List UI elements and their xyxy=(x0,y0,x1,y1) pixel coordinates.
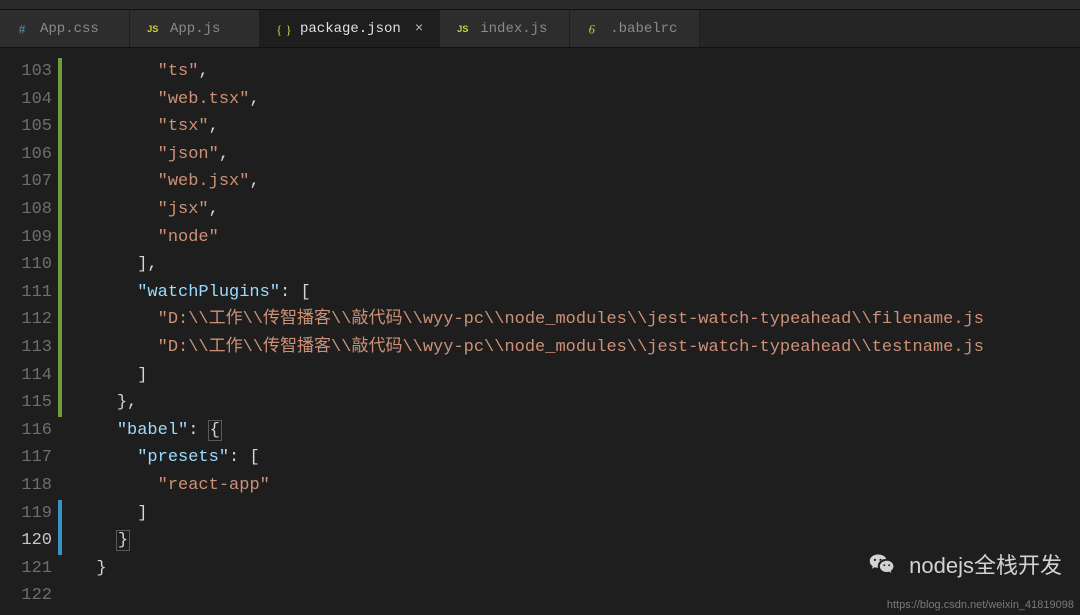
tab-App-css[interactable]: # App.css xyxy=(0,10,130,47)
svg-text:JS: JS xyxy=(457,24,468,34)
code-line[interactable] xyxy=(64,582,1080,610)
tab-index-js[interactable]: JS index.js xyxy=(440,10,570,47)
code-line[interactable]: } xyxy=(64,555,1080,583)
line-number: 122 xyxy=(0,582,58,610)
line-number-gutter: 1031041051061071081091101111121131141151… xyxy=(0,48,58,615)
code-line[interactable]: "react-app" xyxy=(64,472,1080,500)
line-number: 119 xyxy=(0,500,58,528)
line-number: 104 xyxy=(0,86,58,114)
line-number: 105 xyxy=(0,113,58,141)
line-number: 109 xyxy=(0,224,58,252)
json-icon: { } xyxy=(276,22,292,36)
code-line[interactable]: "D:\\工作\\传智播客\\敲代码\\wyy-pc\\node_modules… xyxy=(64,334,1080,362)
tab-label: index.js xyxy=(480,21,547,37)
hash-icon: # xyxy=(16,22,32,36)
line-number: 121 xyxy=(0,555,58,583)
tab-label: package.json xyxy=(300,21,401,37)
code-line[interactable]: ] xyxy=(64,362,1080,390)
code-area[interactable]: "ts", "web.tsx", "tsx", "json", "web.jsx… xyxy=(64,48,1080,615)
code-line[interactable]: "json", xyxy=(64,141,1080,169)
code-line[interactable]: ], xyxy=(64,251,1080,279)
tab--babelrc[interactable]: 6 .babelrc xyxy=(570,10,700,47)
editor: 1031041051061071081091101111121131141151… xyxy=(0,48,1080,615)
svg-text:6: 6 xyxy=(589,22,596,36)
code-line[interactable]: "node" xyxy=(64,224,1080,252)
tab-package-json[interactable]: { } package.json × xyxy=(260,10,440,47)
menubar-fragment xyxy=(0,0,1080,10)
tab-bar: # App.css JS App.js { } package.json × JS index.… xyxy=(0,10,1080,48)
line-number: 112 xyxy=(0,306,58,334)
code-line[interactable]: "tsx", xyxy=(64,113,1080,141)
code-line[interactable]: "ts", xyxy=(64,58,1080,86)
code-line[interactable]: "web.tsx", xyxy=(64,86,1080,114)
modified-bar xyxy=(58,58,62,417)
line-number: 116 xyxy=(0,417,58,445)
svg-text:#: # xyxy=(19,22,26,36)
line-number: 110 xyxy=(0,251,58,279)
js-icon: JS xyxy=(146,22,162,35)
code-line[interactable]: }, xyxy=(64,389,1080,417)
code-line[interactable]: "jsx", xyxy=(64,196,1080,224)
code-line[interactable]: } xyxy=(64,527,1080,555)
line-number: 114 xyxy=(0,362,58,390)
tab-label: App.js xyxy=(170,21,220,37)
line-number: 117 xyxy=(0,444,58,472)
line-number: 111 xyxy=(0,279,58,307)
babel-icon: 6 xyxy=(586,22,602,36)
svg-text:JS: JS xyxy=(147,24,158,34)
line-number: 103 xyxy=(0,58,58,86)
modified-bar xyxy=(58,500,62,555)
js-icon: JS xyxy=(456,22,472,35)
close-icon[interactable]: × xyxy=(415,21,423,37)
code-line[interactable]: "D:\\工作\\传智播客\\敲代码\\wyy-pc\\node_modules… xyxy=(64,306,1080,334)
code-line[interactable]: "web.jsx", xyxy=(64,168,1080,196)
tab-App-js[interactable]: JS App.js xyxy=(130,10,260,47)
line-number: 106 xyxy=(0,141,58,169)
line-number: 120 xyxy=(0,527,58,555)
code-line[interactable]: "presets": [ xyxy=(64,444,1080,472)
code-line[interactable]: ] xyxy=(64,500,1080,528)
tab-label: .babelrc xyxy=(610,21,677,37)
svg-text:{ }: { } xyxy=(276,22,292,36)
code-line[interactable]: "watchPlugins": [ xyxy=(64,279,1080,307)
line-number: 113 xyxy=(0,334,58,362)
tab-label: App.css xyxy=(40,21,99,37)
line-number: 115 xyxy=(0,389,58,417)
line-number: 107 xyxy=(0,168,58,196)
line-number: 118 xyxy=(0,472,58,500)
code-line[interactable]: "babel": { xyxy=(64,417,1080,445)
line-number: 108 xyxy=(0,196,58,224)
